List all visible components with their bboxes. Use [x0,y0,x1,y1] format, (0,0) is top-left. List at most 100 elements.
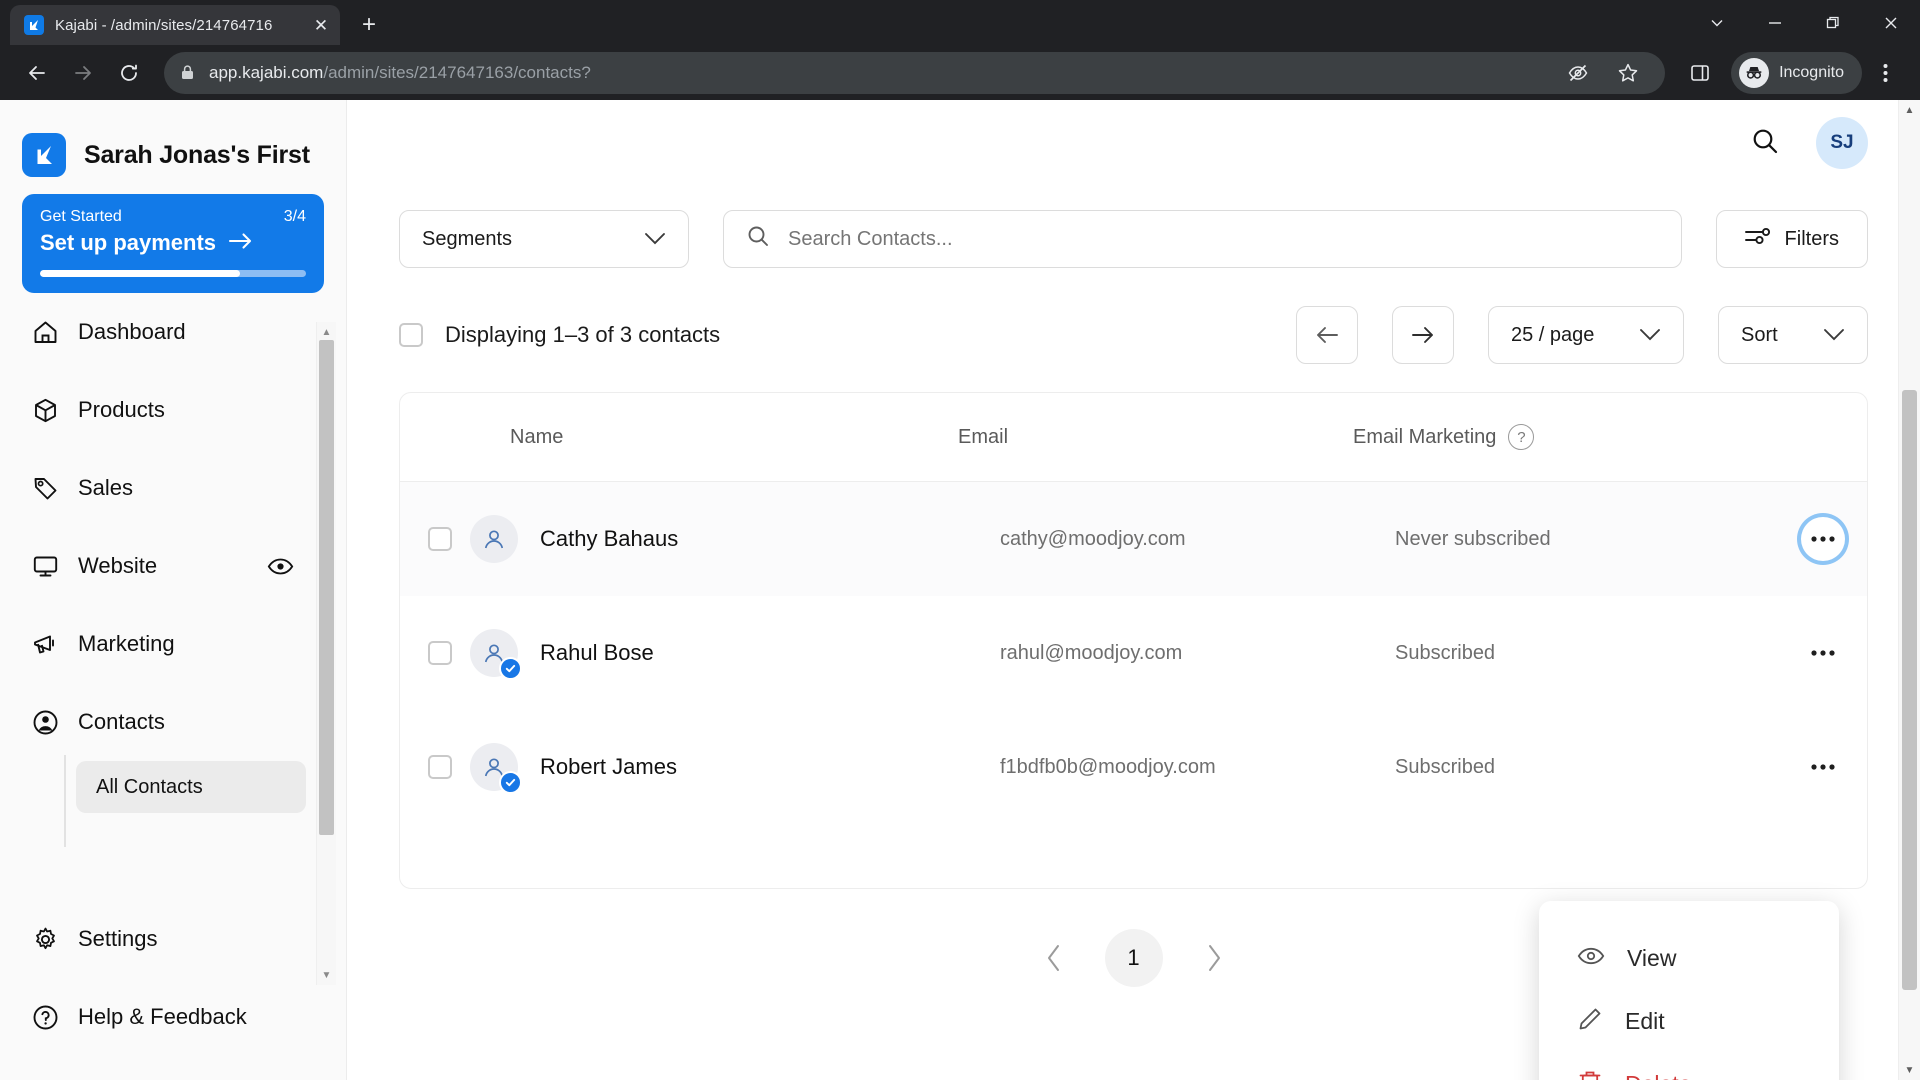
sidebar-item-products[interactable]: Products [22,371,324,449]
plus-icon[interactable]: + [352,8,386,42]
close-window-icon[interactable] [1862,0,1920,45]
megaphone-icon [30,631,60,658]
next-page-button[interactable] [1392,306,1454,364]
kajabi-logo-icon [24,15,44,35]
incognito-label: Incognito [1779,63,1844,81]
row-checkbox[interactable] [428,641,452,665]
scroll-up-icon[interactable]: ▲ [1899,100,1920,120]
context-menu-label: View [1627,945,1677,971]
user-circle-icon [30,709,60,736]
more-horizontal-icon[interactable] [1801,631,1845,675]
get-started-card[interactable]: Get Started 3/4 Set up payments [22,194,324,293]
contacts-table-card: Name Email Email Marketing ? Cathy Bahau… [399,392,1868,1080]
prev-page-button[interactable] [1296,306,1358,364]
sidebar-scrollbar[interactable]: ▲ ▼ [316,322,336,985]
column-header-name: Name [510,425,564,448]
get-started-header: Get Started 3/4 [40,208,306,226]
context-menu-label: Edit [1625,1008,1665,1034]
table-row[interactable]: Rahul Bose rahul@moodjoy.com Subscribed [400,596,1867,710]
search-icon[interactable] [1750,126,1780,161]
table-row[interactable]: Robert James f1bdfb0b@moodjoy.com Subscrib… [400,710,1867,824]
eye-off-icon[interactable] [1557,52,1599,94]
back-arrow-icon[interactable] [16,52,58,94]
scroll-down-icon[interactable]: ▼ [317,965,336,985]
address-bar[interactable]: app.kajabi.com/admin/sites/2147647163/co… [164,51,1666,94]
search-input[interactable] [788,227,1659,251]
brand-header[interactable]: Sarah Jonas's First [0,100,346,186]
sidebar-item-label: Settings [78,926,158,951]
context-menu-item-view[interactable]: View [1539,927,1839,990]
search-contacts-field[interactable] [723,210,1682,268]
browser-tab[interactable]: Kajabi - /admin/sites/214764716 ✕ [10,5,340,45]
scrollbar-thumb[interactable] [319,340,334,835]
avatar[interactable]: SJ [1816,117,1868,169]
context-menu-item-edit[interactable]: Edit [1539,990,1839,1053]
sidebar-item-dashboard[interactable]: Dashboard [22,293,324,371]
segments-label: Segments [422,227,513,250]
tab-search-chevron-icon[interactable] [1688,0,1746,45]
table-body: Cathy Bahaus cathy@moodjoy.com Never subsc… [400,482,1867,824]
get-started-label: Get Started [40,208,122,225]
sidebar-item-contacts[interactable]: Contacts [22,683,324,761]
segments-dropdown[interactable]: Segments [399,210,689,268]
reload-icon[interactable] [108,52,150,94]
sidebar-item-settings[interactable]: Settings [22,900,324,978]
contacts-page: Segments Search Contacts... Filters Disp… [347,186,1920,1080]
sort-dropdown[interactable]: Sort [1718,306,1868,364]
scrollbar-thumb[interactable] [1902,390,1917,990]
sidebar-item-marketing[interactable]: Marketing [22,605,324,683]
url-text: app.kajabi.com/admin/sites/2147647163/co… [209,63,591,83]
browser-window: Kajabi - /admin/sites/214764716 ✕ + app.… [0,0,1920,1080]
contact-email-marketing-status: Subscribed [1395,755,1496,778]
chevron-down-icon [1639,324,1661,347]
table-toolbar: Displaying 1–3 of 3 contacts 25 / page S… [399,306,1868,364]
sidebar-item-label: Products [78,397,165,422]
tab-title: Kajabi - /admin/sites/214764716 [55,16,273,34]
row-actions [1801,631,1845,675]
contact-name: Robert James [540,754,677,779]
minimize-icon[interactable] [1746,0,1804,45]
sidebar-item-help-feedback[interactable]: Help & Feedback [22,978,324,1056]
row-checkbox[interactable] [428,755,452,779]
contact-email: rahul@moodjoy.com [1000,641,1183,664]
page-title: Sarah Jonas's First [84,140,310,169]
url-domain: app.kajabi.com [209,62,324,82]
sidebar-item-label: Website [78,553,158,578]
select-all-checkbox[interactable] [399,323,423,347]
app-top-bar: SJ [347,100,1920,186]
sidebar-item-all-contacts[interactable]: All Contacts [76,761,306,813]
chevron-left-icon[interactable] [1037,941,1071,975]
context-menu-item-delete[interactable]: Delete [1539,1053,1839,1080]
sidebar-item-sales[interactable]: Sales [22,449,324,527]
eye-icon[interactable] [267,557,294,576]
row-checkbox[interactable] [428,527,452,551]
contact-name: Cathy Bahaus [540,526,679,551]
maximize-icon[interactable] [1804,0,1862,45]
question-mark-icon[interactable]: ? [1508,424,1535,450]
question-circle-icon [30,1004,60,1031]
contact-name-cell: Robert James [470,743,1000,794]
verified-badge-icon [499,771,522,794]
sidebar-item-label: Help & Feedback [78,1004,247,1029]
incognito-indicator[interactable]: Incognito [1731,51,1862,94]
table-row[interactable]: Cathy Bahaus cathy@moodjoy.com Never subsc… [400,482,1867,596]
bookmark-star-icon[interactable] [1607,52,1649,94]
more-horizontal-icon[interactable] [1801,745,1845,789]
page-scrollbar[interactable]: ▲ ▼ [1898,100,1920,1080]
chevron-right-icon[interactable] [1197,941,1231,975]
page-number-1[interactable]: 1 [1104,929,1163,987]
more-horizontal-icon[interactable] [1801,517,1845,561]
close-icon[interactable]: ✕ [310,14,332,36]
side-panel-icon[interactable] [1679,52,1721,94]
filters-button[interactable]: Filters [1715,210,1868,268]
three-dot-menu-icon[interactable] [1866,52,1904,94]
scroll-down-icon[interactable]: ▼ [1899,1060,1920,1080]
get-started-progress-bar [40,270,306,277]
sidebar-item-website[interactable]: Website [22,527,324,605]
scroll-up-icon[interactable]: ▲ [317,322,336,342]
avatar [470,743,522,794]
omnibox-actions [1557,52,1649,94]
tag-icon [30,475,60,502]
per-page-dropdown[interactable]: 25 / page [1488,306,1684,364]
sidebar-bottom-nav: Settings Help & Feedback [0,900,346,1080]
